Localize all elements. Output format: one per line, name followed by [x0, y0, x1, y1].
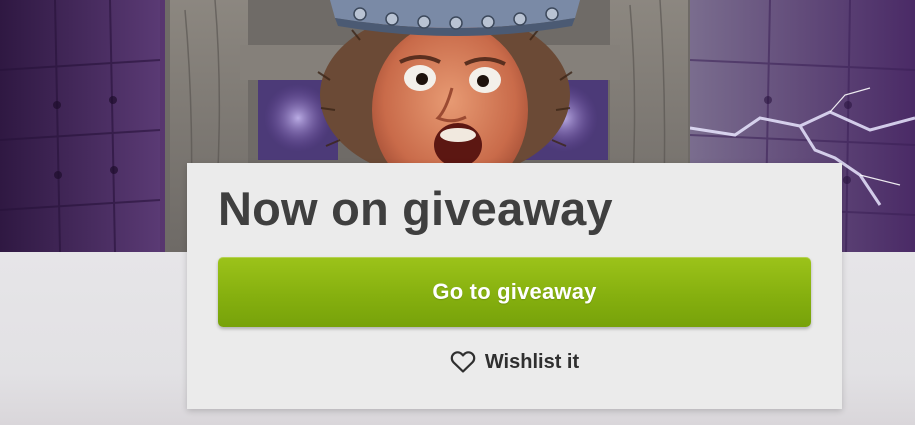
giveaway-title: Now on giveaway: [218, 182, 613, 235]
wishlist-button[interactable]: Wishlist it: [187, 347, 842, 377]
game-promo-page: Now on giveaway Go to giveaway Wishlist …: [0, 0, 915, 425]
go-to-giveaway-label: Go to giveaway: [432, 279, 597, 304]
go-to-giveaway-button[interactable]: Go to giveaway: [218, 257, 811, 327]
giveaway-card: Now on giveaway Go to giveaway Wishlist …: [187, 163, 842, 409]
heart-outline-icon: [450, 350, 476, 374]
wishlist-label: Wishlist it: [484, 350, 580, 373]
